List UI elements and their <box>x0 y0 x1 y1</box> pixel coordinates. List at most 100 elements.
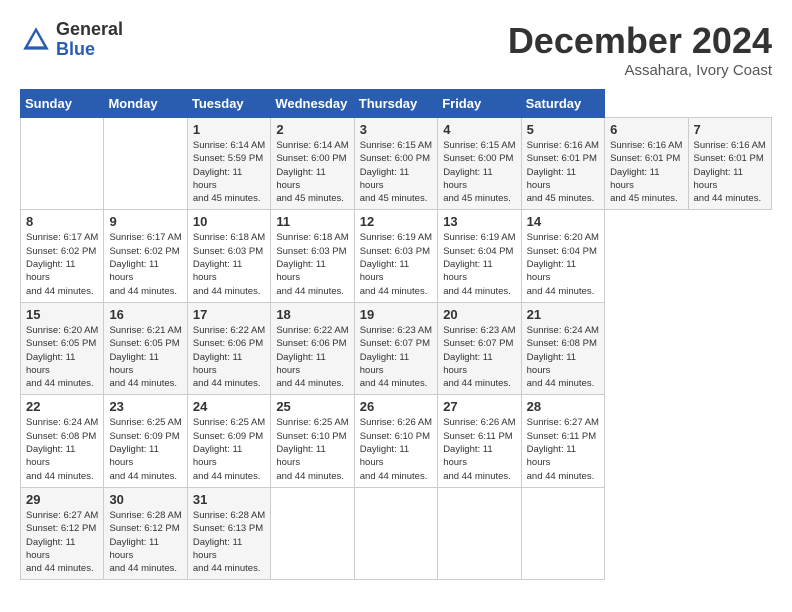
day-number: 4 <box>443 122 515 137</box>
day-cell: 4 Sunrise: 6:15 AM Sunset: 6:00 PM Daylig… <box>438 118 521 210</box>
day-cell: 9Sunrise: 6:17 AM Sunset: 6:02 PM Daylig… <box>104 210 187 302</box>
day-info: Sunrise: 6:16 AM Sunset: 6:01 PM Dayligh… <box>694 139 767 205</box>
day-info: Sunrise: 6:28 AM Sunset: 6:12 PM Dayligh… <box>109 509 181 575</box>
day-number: 23 <box>109 399 181 414</box>
day-info: Sunrise: 6:27 AM Sunset: 6:12 PM Dayligh… <box>26 509 98 575</box>
day-cell: 31 Sunrise: 6:28 AM Sunset: 6:13 PM Dayli… <box>187 487 270 579</box>
day-info: Sunrise: 6:24 AM Sunset: 6:08 PM Dayligh… <box>26 416 98 482</box>
day-number: 20 <box>443 307 515 322</box>
day-cell: 14 Sunrise: 6:20 AM Sunset: 6:04 PM Dayli… <box>521 210 604 302</box>
day-cell: 11Sunrise: 6:18 AM Sunset: 6:03 PM Dayli… <box>271 210 354 302</box>
day-number: 25 <box>276 399 348 414</box>
day-number: 16 <box>109 307 181 322</box>
day-number: 9 <box>109 214 181 229</box>
logo-line1: General <box>56 20 123 40</box>
day-cell <box>354 487 437 579</box>
day-info: Sunrise: 6:23 AM Sunset: 6:07 PM Dayligh… <box>360 324 432 390</box>
day-number: 13 <box>443 214 515 229</box>
day-info: Sunrise: 6:17 AM Sunset: 6:02 PM Dayligh… <box>26 231 98 297</box>
day-number: 14 <box>527 214 599 229</box>
day-number: 10 <box>193 214 265 229</box>
day-info: Sunrise: 6:27 AM Sunset: 6:11 PM Dayligh… <box>527 416 599 482</box>
day-cell: 6 Sunrise: 6:16 AM Sunset: 6:01 PM Daylig… <box>605 118 688 210</box>
day-number: 6 <box>610 122 682 137</box>
day-info: Sunrise: 6:26 AM Sunset: 6:10 PM Dayligh… <box>360 416 432 482</box>
day-info: Sunrise: 6:22 AM Sunset: 6:06 PM Dayligh… <box>193 324 265 390</box>
day-cell: 22 Sunrise: 6:24 AM Sunset: 6:08 PM Dayli… <box>21 395 104 487</box>
day-number: 2 <box>276 122 348 137</box>
day-cell: 12 Sunrise: 6:19 AM Sunset: 6:03 PM Dayli… <box>354 210 437 302</box>
day-cell: 10 Sunrise: 6:18 AM Sunset: 6:03 PM Dayli… <box>187 210 270 302</box>
day-info: Sunrise: 6:25 AM Sunset: 6:09 PM Dayligh… <box>193 416 265 482</box>
day-number: 18 <box>276 307 348 322</box>
day-info: Sunrise: 6:26 AM Sunset: 6:11 PM Dayligh… <box>443 416 515 482</box>
day-info: Sunrise: 6:28 AM Sunset: 6:13 PM Dayligh… <box>193 509 265 575</box>
day-cell: 30 Sunrise: 6:28 AM Sunset: 6:12 PM Dayli… <box>104 487 187 579</box>
day-number: 15 <box>26 307 98 322</box>
day-number: 22 <box>26 399 98 414</box>
day-info: Sunrise: 6:15 AM Sunset: 6:00 PM Dayligh… <box>443 139 515 205</box>
logo-icon <box>20 24 52 56</box>
day-number: 19 <box>360 307 432 322</box>
day-cell: 16Sunrise: 6:21 AM Sunset: 6:05 PM Dayli… <box>104 302 187 394</box>
day-info: Sunrise: 6:15 AM Sunset: 6:00 PM Dayligh… <box>360 139 432 205</box>
day-cell: 5 Sunrise: 6:16 AM Sunset: 6:01 PM Daylig… <box>521 118 604 210</box>
day-cell: 3 Sunrise: 6:15 AM Sunset: 6:00 PM Daylig… <box>354 118 437 210</box>
day-cell: 17 Sunrise: 6:22 AM Sunset: 6:06 PM Dayli… <box>187 302 270 394</box>
day-info: Sunrise: 6:24 AM Sunset: 6:08 PM Dayligh… <box>527 324 599 390</box>
day-number: 21 <box>527 307 599 322</box>
day-info: Sunrise: 6:23 AM Sunset: 6:07 PM Dayligh… <box>443 324 515 390</box>
day-number: 26 <box>360 399 432 414</box>
day-info: Sunrise: 6:16 AM Sunset: 6:01 PM Dayligh… <box>527 139 599 205</box>
header-row: SundayMondayTuesdayWednesdayThursdayFrid… <box>21 90 772 118</box>
day-cell: 21 Sunrise: 6:24 AM Sunset: 6:08 PM Dayli… <box>521 302 604 394</box>
day-info: Sunrise: 6:20 AM Sunset: 6:05 PM Dayligh… <box>26 324 98 390</box>
col-header-friday: Friday <box>438 90 521 118</box>
day-cell <box>21 118 104 210</box>
week-row-4: 22 Sunrise: 6:24 AM Sunset: 6:08 PM Dayli… <box>21 395 772 487</box>
day-number: 30 <box>109 492 181 507</box>
logo-line2: Blue <box>56 40 123 60</box>
col-header-saturday: Saturday <box>521 90 604 118</box>
day-number: 27 <box>443 399 515 414</box>
day-number: 17 <box>193 307 265 322</box>
day-cell: 27 Sunrise: 6:26 AM Sunset: 6:11 PM Dayli… <box>438 395 521 487</box>
day-info: Sunrise: 6:16 AM Sunset: 6:01 PM Dayligh… <box>610 139 682 205</box>
col-header-thursday: Thursday <box>354 90 437 118</box>
day-info: Sunrise: 6:18 AM Sunset: 6:03 PM Dayligh… <box>193 231 265 297</box>
col-header-sunday: Sunday <box>21 90 104 118</box>
day-number: 24 <box>193 399 265 414</box>
col-header-monday: Monday <box>104 90 187 118</box>
day-cell: 25Sunrise: 6:25 AM Sunset: 6:10 PM Dayli… <box>271 395 354 487</box>
week-row-3: 15 Sunrise: 6:20 AM Sunset: 6:05 PM Dayli… <box>21 302 772 394</box>
day-cell: 23 Sunrise: 6:25 AM Sunset: 6:09 PM Dayli… <box>104 395 187 487</box>
day-cell: 8 Sunrise: 6:17 AM Sunset: 6:02 PM Daylig… <box>21 210 104 302</box>
day-info: Sunrise: 6:25 AM Sunset: 6:09 PM Dayligh… <box>109 416 181 482</box>
day-number: 8 <box>26 214 98 229</box>
col-header-tuesday: Tuesday <box>187 90 270 118</box>
day-info: Sunrise: 6:14 AM Sunset: 6:00 PM Dayligh… <box>276 139 348 205</box>
month-title: December 2024 <box>508 20 772 62</box>
day-number: 28 <box>527 399 599 414</box>
day-info: Sunrise: 6:19 AM Sunset: 6:03 PM Dayligh… <box>360 231 432 297</box>
day-cell: 28 Sunrise: 6:27 AM Sunset: 6:11 PM Dayli… <box>521 395 604 487</box>
day-cell: 15 Sunrise: 6:20 AM Sunset: 6:05 PM Dayli… <box>21 302 104 394</box>
col-header-wednesday: Wednesday <box>271 90 354 118</box>
day-number: 11 <box>276 214 348 229</box>
day-number: 5 <box>527 122 599 137</box>
day-number: 29 <box>26 492 98 507</box>
day-cell <box>104 118 187 210</box>
day-info: Sunrise: 6:22 AM Sunset: 6:06 PM Dayligh… <box>276 324 348 390</box>
day-cell: 19 Sunrise: 6:23 AM Sunset: 6:07 PM Dayli… <box>354 302 437 394</box>
day-info: Sunrise: 6:14 AM Sunset: 5:59 PM Dayligh… <box>193 139 265 205</box>
day-cell: 29 Sunrise: 6:27 AM Sunset: 6:12 PM Dayli… <box>21 487 104 579</box>
day-cell: 24 Sunrise: 6:25 AM Sunset: 6:09 PM Dayli… <box>187 395 270 487</box>
day-cell <box>521 487 604 579</box>
day-cell: 1Sunrise: 6:14 AM Sunset: 5:59 PM Daylig… <box>187 118 270 210</box>
day-number: 3 <box>360 122 432 137</box>
day-info: Sunrise: 6:20 AM Sunset: 6:04 PM Dayligh… <box>527 231 599 297</box>
title-block: December 2024 Assahara, Ivory Coast <box>508 20 772 79</box>
week-row-2: 8 Sunrise: 6:17 AM Sunset: 6:02 PM Daylig… <box>21 210 772 302</box>
day-number: 12 <box>360 214 432 229</box>
day-number: 31 <box>193 492 265 507</box>
